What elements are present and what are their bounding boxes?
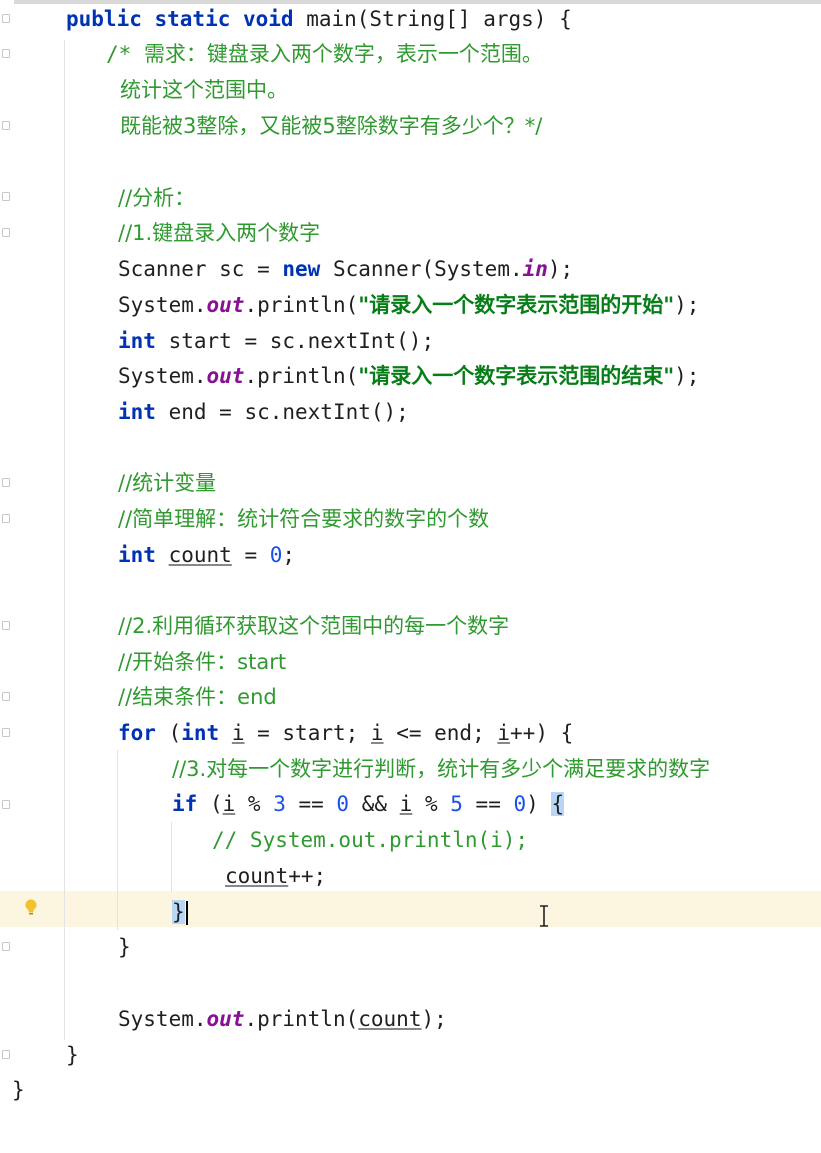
variable: count: [225, 864, 289, 888]
variable: i: [370, 721, 384, 745]
code-line: }: [118, 935, 131, 959]
code-line: Scanner sc = new Scanner(System.in);: [0, 252, 821, 287]
text-caret: [185, 901, 188, 925]
code-line: int end = sc.nextInt();: [0, 395, 821, 430]
code-text: );: [421, 1007, 447, 1031]
keyword: int: [118, 400, 156, 424]
text-cursor-icon: [540, 905, 548, 927]
static-field: in: [522, 257, 548, 281]
code-line: public static void main(String[] args) {: [0, 2, 821, 37]
variable: i: [222, 792, 236, 816]
code-text: %: [412, 792, 451, 816]
code-line: //1.键盘录入两个数字: [118, 221, 321, 245]
code-text: start = sc.nextInt();: [155, 329, 435, 353]
code-line: //3.对每一个数字进行判断，统计有多少个满足要求的数字: [172, 757, 711, 781]
code-line: /* 需求：键盘录入两个数字，表示一个范围。: [0, 37, 821, 72]
lightbulb-icon[interactable]: [24, 899, 38, 915]
string-literal: "请录入一个数字表示范围的结束": [358, 364, 675, 388]
keyword: int: [181, 721, 220, 745]
comment: /*: [106, 42, 144, 66]
number-literal: 3: [273, 792, 286, 816]
keyword: int: [118, 543, 156, 567]
variable: count: [168, 543, 232, 567]
code-text: =: [231, 543, 270, 567]
code-text: main(String[] args) {: [306, 7, 572, 31]
code-text: ++;: [288, 864, 327, 888]
keyword: public static void: [66, 7, 307, 31]
code-line: System.out.println(count);: [0, 1002, 821, 1037]
code-text: System.: [118, 293, 207, 317]
code-line: int count = 0;: [0, 538, 821, 573]
code-line: }: [66, 1043, 79, 1067]
code-text: Scanner(System.: [320, 257, 523, 281]
code-text: ): [526, 792, 552, 816]
static-field: out: [206, 364, 245, 388]
code-text: );: [547, 257, 574, 281]
variable: i: [497, 721, 511, 745]
static-field: out: [206, 293, 245, 317]
code-text: ++) {: [510, 721, 574, 745]
code-text: .println(: [244, 364, 359, 388]
code-text: end = sc.nextInt();: [155, 400, 409, 424]
code-line: 统计这个范围中。: [120, 78, 288, 102]
code-line: }: [0, 895, 821, 930]
matched-brace: {: [551, 792, 565, 816]
code-line: for (int i = start; i <= end; i++) {: [0, 716, 821, 751]
code-line: // System.out.println(i);: [212, 828, 529, 852]
code-text: Scanner sc =: [118, 257, 283, 281]
code-text: ;: [282, 543, 296, 567]
code-line: }: [12, 1078, 25, 1102]
number-literal: 0: [336, 792, 350, 816]
code-line: //开始条件：start: [118, 650, 287, 674]
code-line: //结束条件：end: [118, 685, 277, 709]
variable: i: [399, 792, 413, 816]
code-text: %: [235, 792, 274, 816]
code-line: //2.利用循环获取这个范围中的每一个数字: [118, 614, 510, 638]
code-text: .println(: [244, 293, 359, 317]
keyword: new: [282, 257, 321, 281]
code-text: ==: [285, 792, 337, 816]
keyword: for: [118, 721, 156, 745]
matched-brace: }: [172, 900, 185, 924]
code-line: int start = sc.nextInt();: [0, 324, 821, 359]
code-text: );: [674, 293, 700, 317]
code-line: count++;: [0, 859, 821, 894]
number-literal: 5: [450, 792, 463, 816]
number-literal: 0: [513, 792, 527, 816]
comment: 需求：键盘录入两个数字，表示一个范围。: [143, 42, 543, 66]
editor-gutter: [0, 0, 14, 1153]
keyword: if: [172, 792, 198, 816]
code-line: System.out.println("请录入一个数字表示范围的开始");: [0, 288, 821, 323]
code-text: <= end;: [383, 721, 498, 745]
string-literal: "请录入一个数字表示范围的开始": [358, 293, 675, 317]
number-literal: 0: [269, 543, 283, 567]
code-text: (: [197, 792, 223, 816]
keyword: int: [118, 329, 156, 353]
static-field: out: [206, 1007, 245, 1031]
code-text: = start;: [244, 721, 371, 745]
code-text: (: [155, 721, 182, 745]
variable: i: [231, 721, 245, 745]
code-line: //分析：: [118, 186, 196, 210]
code-text: );: [674, 364, 700, 388]
variable: count: [358, 1007, 422, 1031]
code-text: .println(: [244, 1007, 359, 1031]
code-line: //统计变量: [118, 471, 217, 495]
code-text: System.: [118, 364, 207, 388]
code-line: 既能被3整除，又能被5整除数字有多少个？*/: [120, 114, 543, 138]
code-line: System.out.println("请录入一个数字表示范围的结束");: [0, 359, 821, 394]
code-line: //简单理解：统计符合要求的数字的个数: [118, 507, 490, 531]
code-text: System.: [118, 1007, 207, 1031]
code-line: if (i % 3 == 0 && i % 5 == 0) {: [0, 787, 821, 822]
code-text: ==: [462, 792, 514, 816]
code-text: &&: [349, 792, 400, 816]
